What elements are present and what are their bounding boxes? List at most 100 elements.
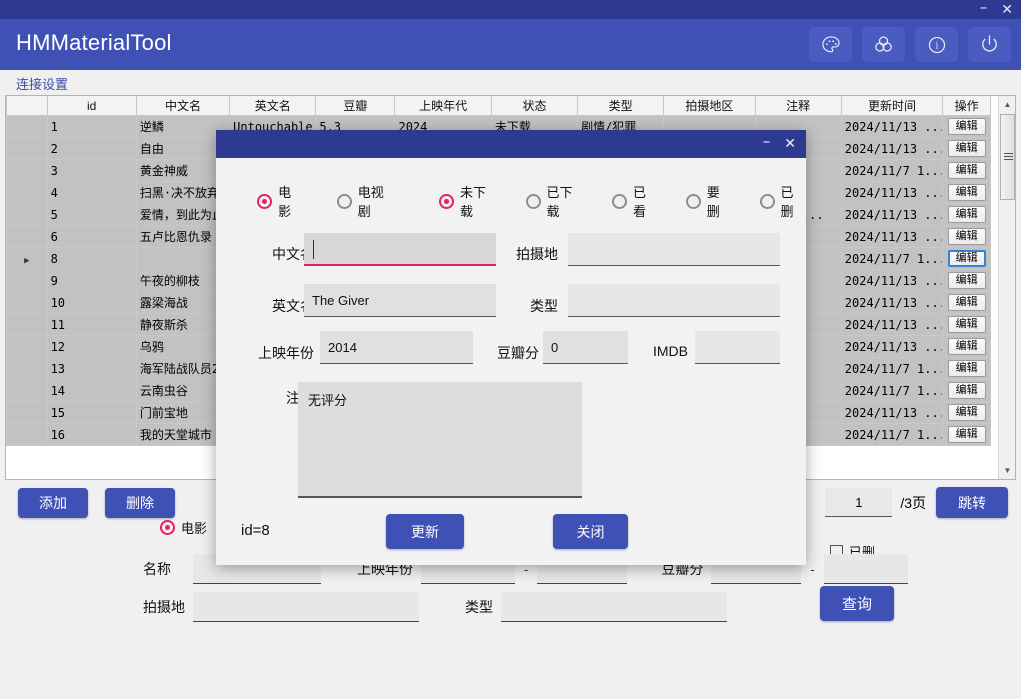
- palette-icon[interactable]: [809, 27, 852, 62]
- cell-updated[interactable]: 2024/11/7 1...: [840, 357, 944, 380]
- cell-updated[interactable]: 2024/11/7 1...: [840, 247, 944, 270]
- dialog-radio-tvseries[interactable]: 电视剧: [336, 182, 396, 220]
- edit-button[interactable]: 编辑: [947, 294, 986, 311]
- dialog-region-input[interactable]: [568, 233, 780, 266]
- dialog-douban-input[interactable]: [543, 331, 628, 364]
- dialog-cn-input[interactable]: [304, 233, 496, 266]
- row-selector-cell[interactable]: [6, 181, 48, 204]
- dialog-radio-not-downloaded[interactable]: 未下载: [439, 182, 498, 220]
- search-button[interactable]: 查询: [820, 586, 894, 621]
- edit-button[interactable]: 编辑: [947, 338, 986, 355]
- filter-douban-to-input[interactable]: [823, 554, 908, 584]
- cell-id[interactable]: 12: [46, 335, 137, 358]
- dialog-en-input[interactable]: [304, 284, 496, 317]
- cell-id[interactable]: 2: [46, 137, 137, 160]
- dialog-close-icon[interactable]: ✕: [784, 136, 796, 152]
- row-selector-cell[interactable]: [6, 225, 48, 248]
- cell-id[interactable]: 10: [46, 291, 137, 314]
- row-selector-cell[interactable]: [6, 401, 48, 424]
- cell-updated[interactable]: 2024/11/13 ...: [840, 225, 944, 248]
- edit-button[interactable]: 编辑: [947, 250, 986, 267]
- col-year[interactable]: 上映年代: [394, 96, 492, 116]
- info-circle-icon[interactable]: i: [915, 27, 958, 62]
- dialog-note-textarea[interactable]: 无评分: [298, 382, 582, 498]
- cell-id[interactable]: 15: [46, 401, 137, 424]
- edit-button[interactable]: 编辑: [947, 184, 986, 201]
- menu-item-connection-settings[interactable]: 连接设置: [16, 74, 68, 93]
- edit-button[interactable]: 编辑: [947, 426, 986, 443]
- row-selector-cell[interactable]: [6, 269, 48, 292]
- cell-id[interactable]: 13: [46, 357, 137, 380]
- edit-button[interactable]: 编辑: [947, 404, 986, 421]
- cell-id[interactable]: 1: [46, 115, 137, 138]
- col-cn-name[interactable]: 中文名: [135, 96, 231, 116]
- cell-id[interactable]: 11: [46, 313, 137, 336]
- filter-genre-input[interactable]: [501, 592, 727, 622]
- delete-button[interactable]: 删除: [105, 488, 175, 518]
- edit-button[interactable]: 编辑: [947, 382, 986, 399]
- dialog-update-button[interactable]: 更新: [386, 514, 464, 549]
- cell-id[interactable]: 4: [46, 181, 137, 204]
- dialog-close-button[interactable]: 关闭: [553, 514, 628, 549]
- col-douban[interactable]: 豆瓣: [315, 96, 396, 116]
- edit-button[interactable]: 编辑: [947, 206, 986, 223]
- minimize-icon[interactable]: –: [980, 0, 988, 14]
- scroll-up-arrow[interactable]: ▲: [999, 96, 1015, 113]
- cell-updated[interactable]: 2024/11/13 ...: [840, 115, 944, 138]
- cell-id[interactable]: 6: [46, 225, 137, 248]
- row-selector-cell[interactable]: [6, 159, 48, 182]
- color-circles-icon[interactable]: [862, 27, 905, 62]
- row-selector-cell[interactable]: [6, 203, 48, 226]
- col-updated[interactable]: 更新时间: [840, 96, 944, 116]
- cell-id[interactable]: 3: [46, 159, 137, 182]
- filter-radio-movie[interactable]: 电影: [160, 518, 207, 537]
- dialog-radio-movie[interactable]: 电影: [257, 182, 303, 220]
- col-operation[interactable]: 操作: [942, 96, 991, 116]
- row-selector-cell[interactable]: [6, 335, 48, 358]
- col-en-name[interactable]: 英文名: [229, 96, 317, 116]
- dialog-genre-input[interactable]: [568, 284, 780, 317]
- cell-updated[interactable]: 2024/11/13 ...: [840, 137, 944, 160]
- cell-id[interactable]: 16: [46, 423, 137, 446]
- grid-vertical-scrollbar[interactable]: ▲ ▼: [998, 96, 1015, 479]
- cell-updated[interactable]: 2024/11/7 1...: [840, 379, 944, 402]
- row-selector-cell[interactable]: [6, 379, 48, 402]
- edit-button[interactable]: 编辑: [947, 272, 986, 289]
- cell-updated[interactable]: 2024/11/7 1...: [840, 159, 944, 182]
- cell-updated[interactable]: 2024/11/13 ...: [840, 291, 944, 314]
- row-selector-cell[interactable]: [6, 115, 48, 138]
- edit-button[interactable]: 编辑: [947, 140, 986, 157]
- dialog-radio-deleted[interactable]: 已删: [759, 182, 806, 220]
- col-genre[interactable]: 类型: [577, 96, 665, 116]
- row-selector-cell[interactable]: [6, 357, 48, 380]
- dialog-minimize-icon[interactable]: –: [763, 132, 771, 150]
- col-id[interactable]: id: [46, 96, 137, 116]
- row-selector-cell[interactable]: [6, 313, 48, 336]
- cell-id[interactable]: 14: [46, 379, 137, 402]
- dialog-imdb-input[interactable]: [695, 331, 780, 364]
- close-icon[interactable]: ✕: [1001, 3, 1013, 17]
- dialog-radio-to-delete[interactable]: 要删: [686, 182, 732, 220]
- cell-updated[interactable]: 2024/11/13 ...: [840, 335, 944, 358]
- col-status[interactable]: 状态: [490, 96, 579, 116]
- dialog-year-input[interactable]: [320, 331, 473, 364]
- cell-updated[interactable]: 2024/11/13 ...: [840, 203, 944, 226]
- cell-updated[interactable]: 2024/11/7 1...: [840, 423, 944, 446]
- cell-updated[interactable]: 2024/11/13 ...: [840, 269, 944, 292]
- power-icon[interactable]: [968, 27, 1011, 62]
- col-select[interactable]: [6, 96, 48, 116]
- edit-button[interactable]: 编辑: [947, 316, 986, 333]
- col-note[interactable]: 注释: [754, 96, 842, 116]
- add-button[interactable]: 添加: [18, 488, 88, 518]
- scroll-thumb[interactable]: [1000, 114, 1015, 200]
- scroll-down-arrow[interactable]: ▼: [999, 462, 1015, 479]
- cell-updated[interactable]: 2024/11/13 ...: [840, 313, 944, 336]
- row-selector-cell[interactable]: [6, 137, 48, 160]
- edit-button[interactable]: 编辑: [947, 162, 986, 179]
- dialog-radio-downloaded[interactable]: 已下载: [525, 182, 585, 220]
- row-selector-cell[interactable]: [6, 291, 48, 314]
- edit-button[interactable]: 编辑: [947, 360, 986, 377]
- dialog-radio-watched[interactable]: 已看: [612, 182, 658, 220]
- row-selector-cell[interactable]: ▶: [6, 247, 48, 270]
- jump-page-button[interactable]: 跳转: [936, 487, 1008, 518]
